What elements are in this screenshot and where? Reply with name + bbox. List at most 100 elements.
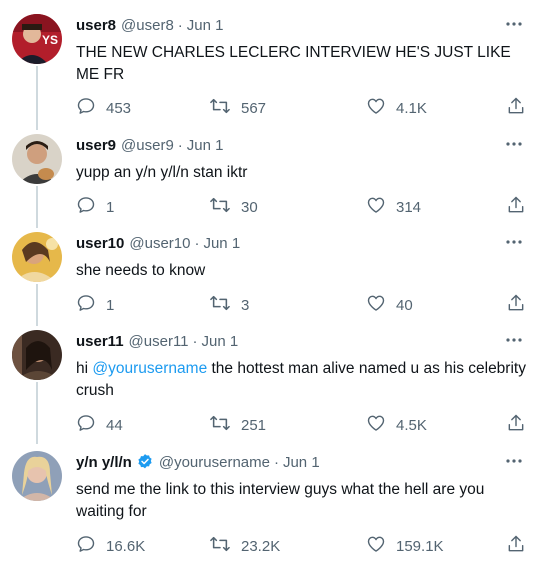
more-options-icon[interactable] [504, 134, 524, 154]
tweet-date[interactable]: Jun 1 [203, 235, 240, 252]
more-options-icon[interactable] [504, 330, 524, 350]
tweet-actions: 1 30 314 [76, 195, 526, 217]
reply-icon [76, 293, 106, 317]
avatar[interactable] [12, 232, 62, 282]
tweet-header: user8 @user8 · Jun 1 [76, 14, 223, 36]
share-icon [506, 534, 536, 558]
tweet-text: hi @yourusername the hottest man alive n… [76, 358, 526, 402]
like-count: 159.1K [396, 537, 444, 555]
tweet-actions: 453 567 4.1K [76, 96, 526, 118]
reply-button[interactable]: 1 [76, 293, 114, 317]
tweet[interactable]: YS user8 @user8 · Jun 1 THE NEW CHARLES … [0, 14, 540, 124]
username[interactable]: @user11 [129, 333, 189, 350]
tweet-text: she needs to know [76, 262, 206, 279]
retweet-icon [209, 195, 241, 219]
like-count: 4.5K [396, 416, 427, 434]
separator-dot: · [273, 453, 279, 471]
more-options-icon[interactable] [504, 232, 524, 252]
more-options-icon[interactable] [504, 451, 524, 471]
reply-icon [76, 96, 106, 120]
retweet-icon [209, 293, 241, 317]
avatar[interactable] [12, 451, 62, 501]
share-button[interactable] [506, 195, 536, 219]
display-name[interactable]: user8 [76, 17, 116, 34]
retweet-count: 23.2K [241, 537, 281, 555]
username[interactable]: @user8 [121, 17, 174, 34]
retweet-count: 567 [241, 99, 267, 117]
tweet-date[interactable]: Jun 1 [202, 333, 239, 350]
tweet-header: user11 @user11 · Jun 1 [76, 330, 238, 352]
share-button[interactable] [506, 534, 536, 558]
like-button[interactable]: 4.1K [366, 96, 427, 120]
reply-count: 16.6K [106, 537, 146, 555]
like-count: 314 [396, 198, 422, 216]
display-name[interactable]: user10 [76, 235, 124, 252]
heart-icon [366, 534, 396, 558]
display-name[interactable]: user9 [76, 137, 116, 154]
tweet-actions: 44 251 4.5K [76, 413, 526, 435]
tweet-date[interactable]: Jun 1 [187, 17, 224, 34]
svg-text:YS: YS [42, 33, 58, 47]
share-icon [506, 195, 536, 219]
more-options-icon[interactable] [504, 14, 524, 34]
heart-icon [366, 293, 396, 317]
retweet-button[interactable]: 30 [209, 195, 258, 219]
reply-icon [76, 534, 106, 558]
tweet-header: user9 @user9 · Jun 1 [76, 134, 223, 156]
tweet[interactable]: user10 @user10 · Jun 1 she needs to know… [0, 232, 540, 322]
tweet[interactable]: user11 @user11 · Jun 1 hi @yourusername … [0, 330, 540, 442]
tweet-header: user10 @user10 · Jun 1 [76, 232, 240, 254]
tweet-text-prefix: hi [76, 360, 93, 377]
tweet-actions: 1 3 40 [76, 293, 526, 315]
reply-count: 1 [106, 296, 115, 314]
share-icon [506, 96, 536, 120]
share-button[interactable] [506, 96, 536, 120]
reply-button[interactable]: 16.6K [76, 534, 145, 558]
display-name[interactable]: user11 [76, 333, 124, 350]
tweet-date[interactable]: Jun 1 [187, 137, 224, 154]
share-button[interactable] [506, 293, 536, 317]
tweet-text: THE NEW CHARLES LECLERC INTERVIEW HE'S J… [76, 44, 511, 83]
tweet-header: y/n y/l/n @yourusername · Jun 1 [76, 451, 320, 473]
username[interactable]: @yourusername [159, 454, 270, 471]
retweet-button[interactable]: 23.2K [209, 534, 280, 558]
share-icon [506, 293, 536, 317]
reply-button[interactable]: 1 [76, 195, 114, 219]
share-button[interactable] [506, 413, 536, 437]
separator-dot: · [192, 332, 198, 350]
tweet[interactable]: user9 @user9 · Jun 1 yupp an y/n y/l/n s… [0, 134, 540, 224]
retweet-button[interactable]: 251 [209, 413, 266, 437]
separator-dot: · [177, 16, 183, 34]
username[interactable]: @user9 [121, 137, 174, 154]
retweet-button[interactable]: 3 [209, 293, 249, 317]
reply-button[interactable]: 44 [76, 413, 123, 437]
reply-count: 1 [106, 198, 115, 216]
mention-link[interactable]: @yourusername [92, 360, 207, 377]
retweet-count: 251 [241, 416, 267, 434]
reply-count: 44 [106, 416, 123, 434]
tweet-date[interactable]: Jun 1 [283, 454, 320, 471]
avatar[interactable] [12, 134, 62, 184]
like-button[interactable]: 314 [366, 195, 421, 219]
like-count: 4.1K [396, 99, 427, 117]
retweet-icon [209, 534, 241, 558]
username[interactable]: @user10 [129, 235, 190, 252]
reply-button[interactable]: 453 [76, 96, 131, 120]
retweet-button[interactable]: 567 [209, 96, 266, 120]
avatar[interactable]: YS [12, 14, 62, 64]
share-icon [506, 413, 536, 437]
reply-icon [76, 195, 106, 219]
tweet-actions: 16.6K 23.2K 159.1K [76, 534, 526, 556]
like-button[interactable]: 4.5K [366, 413, 427, 437]
heart-icon [366, 195, 396, 219]
tweet-text: yupp an y/n y/l/n stan iktr [76, 164, 248, 181]
like-button[interactable]: 40 [366, 293, 413, 317]
tweet-thread: YS user8 @user8 · Jun 1 THE NEW CHARLES … [0, 0, 540, 566]
retweet-icon [209, 413, 241, 437]
display-name[interactable]: y/n y/l/n [76, 454, 132, 471]
avatar[interactable] [12, 330, 62, 380]
like-count: 40 [396, 296, 413, 314]
heart-icon [366, 96, 396, 120]
like-button[interactable]: 159.1K [366, 534, 444, 558]
tweet[interactable]: y/n y/l/n @yourusername · Jun 1 send me … [0, 451, 540, 561]
